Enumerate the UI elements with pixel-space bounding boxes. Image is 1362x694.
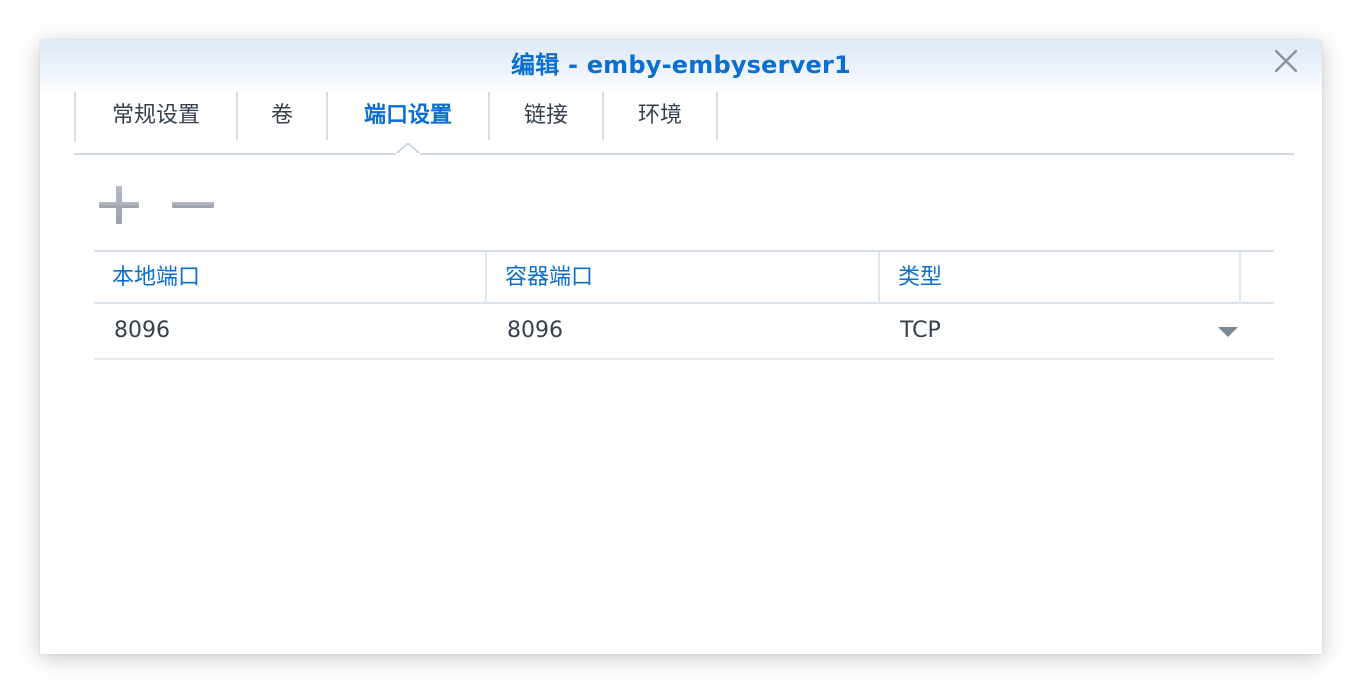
tab-links[interactable]: 链接 xyxy=(490,92,604,140)
tab-environment[interactable]: 环境 xyxy=(604,92,718,140)
tab-volume[interactable]: 卷 xyxy=(238,92,328,140)
table-row[interactable]: 8096 8096 TCP xyxy=(94,304,1274,360)
tab-port-settings[interactable]: 端口设置 xyxy=(328,92,490,140)
close-icon xyxy=(1274,49,1298,73)
edit-dialog: 编辑 - emby-embyserver1 常规设置 卷 端口设置 链接 环境 xyxy=(40,40,1322,654)
column-header-local-port[interactable]: 本地端口 xyxy=(94,252,487,304)
port-table: 本地端口 容器端口 类型 8096 8096 TCP xyxy=(94,250,1274,360)
chevron-down-icon[interactable] xyxy=(1218,327,1238,337)
type-select[interactable]: TCP xyxy=(880,304,1274,358)
close-button[interactable] xyxy=(1269,44,1303,78)
table-header: 本地端口 容器端口 类型 xyxy=(94,250,1274,304)
column-header-spacer xyxy=(1241,252,1274,304)
dialog-titlebar: 编辑 - emby-embyserver1 xyxy=(40,40,1322,96)
plus-icon xyxy=(99,186,139,224)
add-port-button[interactable] xyxy=(96,183,142,229)
remove-port-button[interactable] xyxy=(170,183,216,229)
tab-bar: 常规设置 卷 端口设置 链接 环境 xyxy=(74,92,718,142)
type-select-value: TCP xyxy=(900,318,941,343)
column-header-container-port[interactable]: 容器端口 xyxy=(487,252,880,304)
tab-general-settings[interactable]: 常规设置 xyxy=(76,92,238,140)
container-port-cell[interactable]: 8096 xyxy=(487,304,880,358)
minus-icon xyxy=(172,202,214,208)
local-port-cell[interactable]: 8096 xyxy=(94,304,487,358)
tab-divider xyxy=(74,153,1294,155)
dialog-title: 编辑 - emby-embyserver1 xyxy=(511,51,851,79)
column-header-type[interactable]: 类型 xyxy=(880,252,1241,304)
